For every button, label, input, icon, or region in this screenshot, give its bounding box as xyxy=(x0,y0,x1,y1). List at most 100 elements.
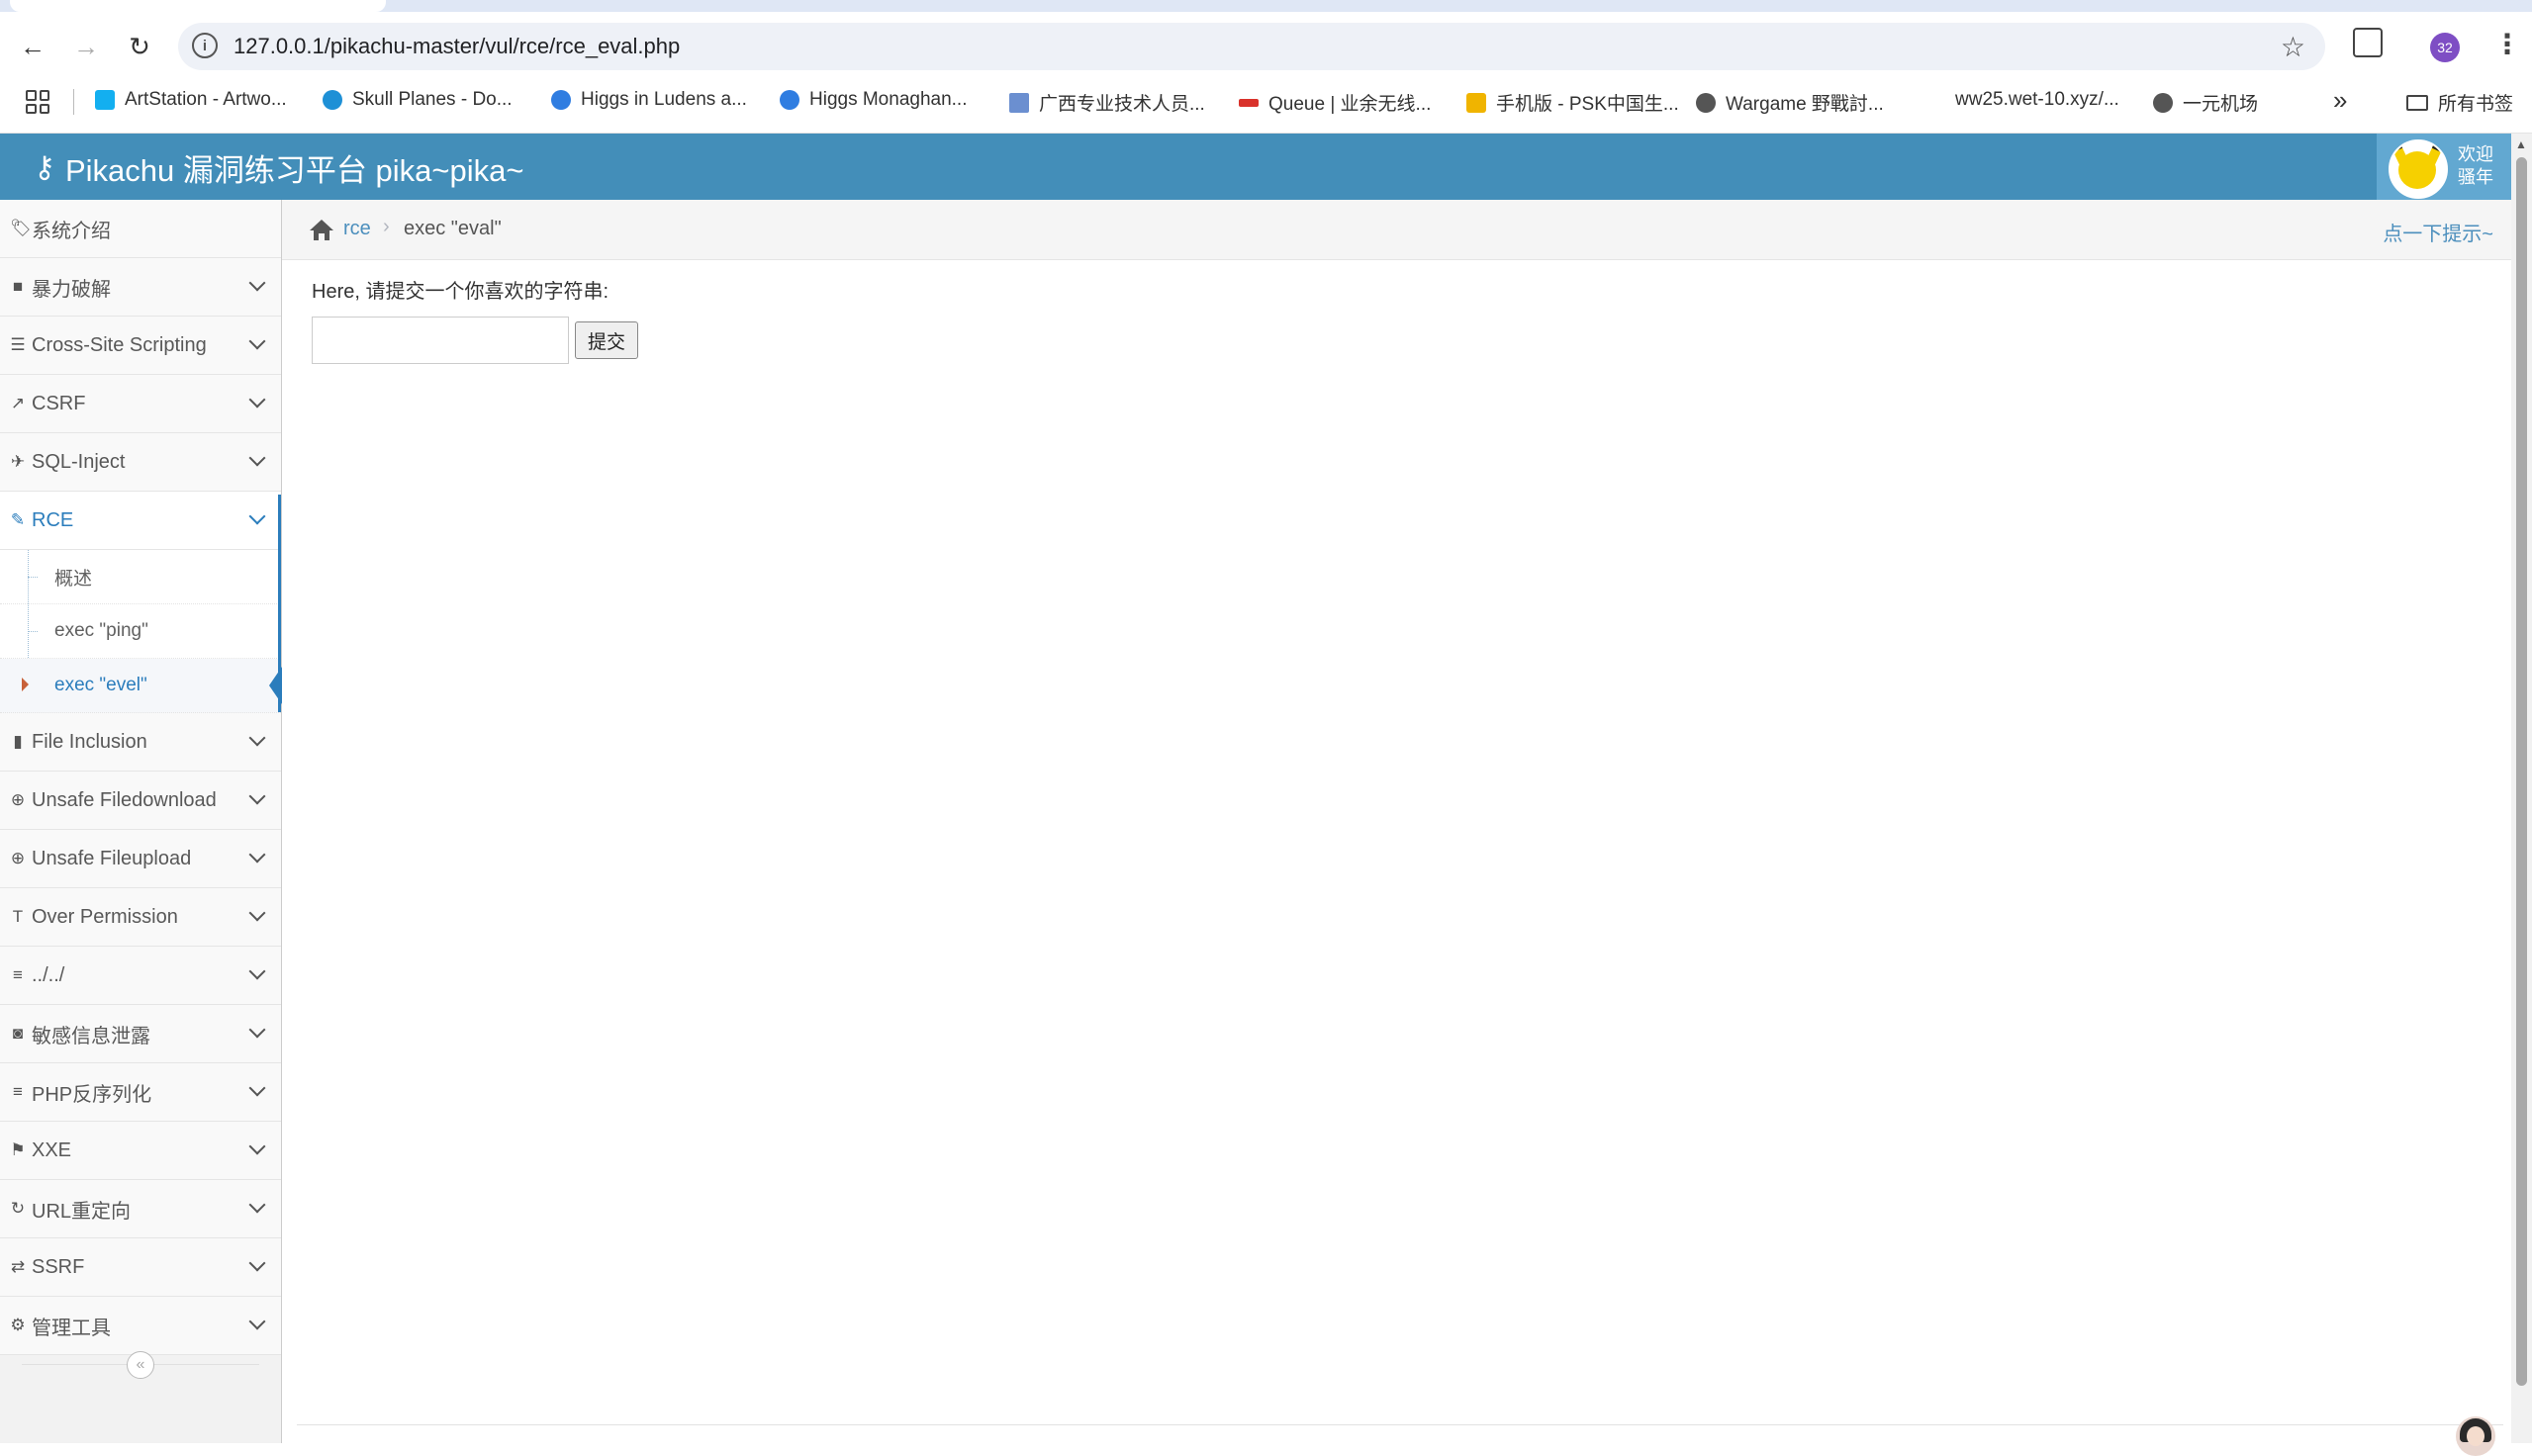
sidebar-item-ssrf[interactable]: ⇄ SSRF xyxy=(0,1238,281,1297)
sidebar-item-sqli[interactable]: ✈ SQL-Inject xyxy=(0,433,281,492)
chevron-down-icon xyxy=(248,274,266,292)
sidebar-item-csrf[interactable]: ↗ CSRF xyxy=(0,375,281,433)
chevron-down-icon xyxy=(248,1138,266,1155)
sidebar-item-label: 系统介绍 xyxy=(32,220,111,242)
chevron-down-icon xyxy=(248,1313,266,1330)
sidebar-item-xss[interactable]: ☰ Cross-Site Scripting xyxy=(0,317,281,375)
submenu-item-label: exec "ping" xyxy=(54,620,148,641)
welcome-text: 欢迎 骚年 xyxy=(2458,143,2493,189)
sidebar-collapse-bar: « xyxy=(0,1350,281,1380)
assistant-avatar[interactable] xyxy=(2456,1416,2495,1456)
file-icon: ▮ xyxy=(13,732,23,751)
sidebar-item-label: SSRF xyxy=(32,1255,85,1278)
bookmark-item[interactable]: ww25.wet-10.xyz/... xyxy=(1925,89,2119,111)
chevron-down-icon xyxy=(248,507,266,525)
scroll-up-arrow-icon[interactable]: ▲ xyxy=(2515,137,2527,151)
all-bookmarks-folder[interactable]: 所有书签 xyxy=(2406,89,2513,116)
breadcrumb-current: exec "eval" xyxy=(404,218,502,239)
sidebar-item-admin-tools[interactable]: ⚙ 管理工具 xyxy=(0,1297,281,1355)
bookmark-item[interactable]: 手机版 - PSK中国生... xyxy=(1466,89,1679,116)
welcome-line-2: 骚年 xyxy=(2458,167,2493,187)
forward-icon[interactable]: → xyxy=(69,30,103,63)
sidebar-item-filedownload[interactable]: ⊕ Unsafe Filedownload xyxy=(0,772,281,830)
string-input[interactable] xyxy=(312,317,569,364)
sidebar-item-xxe[interactable]: ⚑ XXE xyxy=(0,1122,281,1180)
profile-avatar[interactable]: 32 xyxy=(2430,33,2460,62)
submenu-item-label: exec "evel" xyxy=(54,675,147,695)
chevron-down-icon xyxy=(248,332,266,350)
sidebar-item-path-traversal[interactable]: ≡ ../../ xyxy=(0,947,281,1005)
breadcrumb-link-rce[interactable]: rce xyxy=(343,218,371,240)
folder-icon xyxy=(2406,94,2428,111)
submenu-item-overview[interactable]: 概述 xyxy=(0,550,281,604)
bookmark-item[interactable]: ArtStation - Artwo... xyxy=(95,89,287,111)
bookmark-item[interactable]: 一元机场 xyxy=(2153,89,2258,116)
footer-divider xyxy=(297,1424,2503,1425)
site-info-icon[interactable]: i xyxy=(192,33,218,58)
bookmark-star-icon[interactable]: ☆ xyxy=(2281,31,2305,63)
address-bar[interactable]: i 127.0.0.1/pikachu-master/vul/rce/rce_e… xyxy=(178,23,2325,70)
reload-icon[interactable]: ↻ xyxy=(123,30,156,63)
bookmark-item[interactable]: Queue | 业余无线... xyxy=(1239,89,1431,116)
bookmark-item[interactable]: Wargame 野戰討... xyxy=(1696,89,1884,116)
bookmark-item[interactable]: 广西专业技术人员... xyxy=(1009,89,1205,116)
sidebar-item-php-unserialize[interactable]: ≡ PHP反序列化 xyxy=(0,1063,281,1122)
tags-icon: 🏷 xyxy=(10,219,32,237)
chevron-down-icon xyxy=(248,787,266,805)
flag-icon: ⚑ xyxy=(10,1140,26,1159)
cog-icon: ⚙ xyxy=(10,1316,26,1334)
sidebar-item-rce[interactable]: ✎ RCE xyxy=(0,492,281,550)
site-icon xyxy=(780,90,799,110)
scroll-thumb[interactable] xyxy=(2516,157,2527,1386)
submenu-item-exec-evel[interactable]: exec "evel" xyxy=(0,659,282,713)
browser-menu-icon[interactable]: ⋮ xyxy=(2493,28,2521,60)
page-scrollbar[interactable]: ▲ xyxy=(2511,134,2532,1443)
hint-link[interactable]: 点一下提示~ xyxy=(2383,218,2493,246)
sidebar-item-label: PHP反序列化 xyxy=(32,1083,152,1106)
sidebar-active-indicator xyxy=(278,495,281,712)
sidebar-item-intro[interactable]: 🏷 系统介绍 xyxy=(0,200,281,258)
active-tab[interactable] xyxy=(10,0,386,12)
bookmark-item[interactable]: Higgs in Ludens a... xyxy=(551,89,747,111)
sidebar-item-label: 管理工具 xyxy=(32,1317,111,1339)
back-icon[interactable]: ← xyxy=(16,30,49,63)
sidebar-item-fileupload[interactable]: ⊕ Unsafe Fileupload xyxy=(0,830,281,888)
sidebar-item-label: Unsafe Fileupload xyxy=(32,847,192,869)
extensions-icon[interactable] xyxy=(2353,28,2383,57)
more-bookmarks-icon[interactable]: » xyxy=(2333,85,2347,116)
sidebar-item-label: Cross-Site Scripting xyxy=(32,333,207,356)
home-icon[interactable] xyxy=(308,218,335,241)
refresh-icon: ↻ xyxy=(10,1199,26,1218)
app-brand[interactable]: ⚷ Pikachu 漏洞练习平台 pika~pika~ xyxy=(34,145,523,190)
pikachu-avatar xyxy=(2389,139,2448,199)
site-icon xyxy=(323,90,342,110)
sidebar-item-label: Over Permission xyxy=(32,905,178,928)
blank-icon xyxy=(1925,90,1945,110)
key-icon: ⚷ xyxy=(34,151,55,184)
bookmarks-bar: ArtStation - Artwo... Skull Planes - Do.… xyxy=(0,81,2532,125)
external-link-icon: ↗ xyxy=(10,394,26,412)
caret-right-icon xyxy=(22,678,29,691)
sidebar-item-bruteforce[interactable]: ■ 暴力破解 xyxy=(0,258,281,317)
collapse-double-left-icon[interactable]: « xyxy=(127,1351,154,1379)
bookmark-item[interactable]: Skull Planes - Do... xyxy=(323,89,513,111)
sidebar-item-over-permission[interactable]: T Over Permission xyxy=(0,888,281,947)
submit-button[interactable]: 提交 xyxy=(575,321,638,359)
apps-grid-icon[interactable] xyxy=(26,90,49,114)
chevron-down-icon xyxy=(248,729,266,747)
chevron-down-icon xyxy=(248,1254,266,1272)
sidebar-item-url-redirect[interactable]: ↻ URL重定向 xyxy=(0,1180,281,1238)
submenu-item-exec-ping[interactable]: exec "ping" xyxy=(0,604,281,659)
chevron-down-icon xyxy=(248,1196,266,1214)
camera-icon: ◙ xyxy=(12,1024,24,1043)
sidebar-item-file-inclusion[interactable]: ▮ File Inclusion xyxy=(0,713,281,772)
bookmark-item[interactable]: Higgs Monaghan... xyxy=(780,89,968,111)
chevron-down-icon xyxy=(248,846,266,864)
sidebar-item-label: XXE xyxy=(32,1138,72,1161)
url-text[interactable]: 127.0.0.1/pikachu-master/vul/rce/rce_eva… xyxy=(234,34,680,59)
chevron-down-icon xyxy=(248,1021,266,1039)
user-menu[interactable]: 欢迎 骚年 xyxy=(2377,134,2511,200)
sidebar-item-label: SQL-Inject xyxy=(32,450,126,473)
tab-strip xyxy=(0,0,2532,12)
sidebar-item-info-leak[interactable]: ◙ 敏感信息泄露 xyxy=(0,1005,281,1063)
